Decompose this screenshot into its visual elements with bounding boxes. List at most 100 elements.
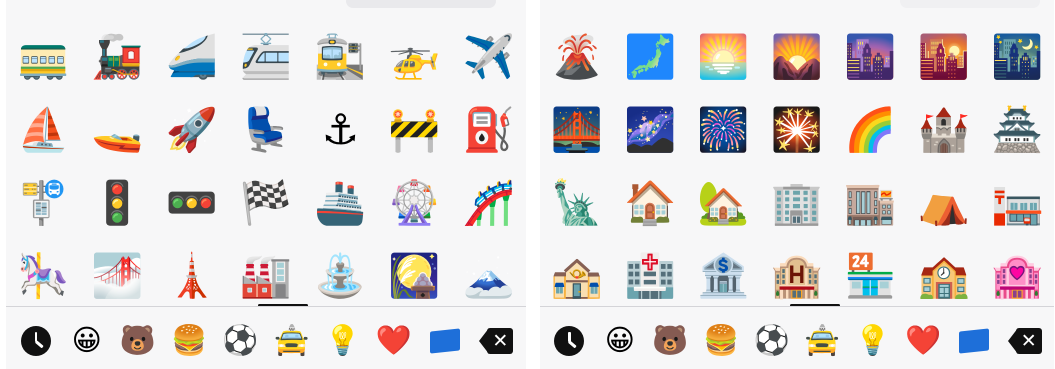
high-speed-train-icon: 🚄 (165, 31, 218, 81)
emoji-key[interactable]: 🗽 (540, 166, 613, 239)
emoji-key[interactable]: 🌇 (907, 20, 980, 93)
animals-category-button[interactable]: 🐻 (650, 321, 690, 361)
emoji-key[interactable]: 🏨 (760, 239, 833, 312)
travel-category-button[interactable]: 🚖 (272, 321, 312, 361)
emoji-key[interactable]: 🎆 (687, 93, 760, 166)
recent-clock-button[interactable] (549, 321, 589, 361)
emoji-key[interactable]: 🏥 (613, 239, 686, 312)
emoji-key[interactable]: 🌆 (834, 20, 907, 93)
night-with-stars-icon: 🌃 (991, 31, 1044, 81)
emoji-keyboard-right: 🌋 🗾 🌅 🌄 🌆 🌇 🌃 🌉 🌌 🎆 🎇 🌈 🏰 🏯 🗽 🏠 🏡 🏢 🏬 ⛺ 🏣 🏤 🏥 🏦 🏨 🏪 🏫 🏩 😀 🐻 🍔 ⚽ 🚖 💡 ❤️ ✕ (540, 0, 1054, 369)
symbols-category-button[interactable]: ❤️ (903, 321, 943, 361)
emoji-key[interactable]: 🏢 (760, 166, 833, 239)
emoji-key[interactable]: 🌁 (80, 239, 154, 312)
emoji-key[interactable]: 🏫 (907, 239, 980, 312)
department-store-icon: 🏬 (844, 177, 897, 227)
emoji-key[interactable]: 🚈 (229, 20, 303, 93)
milky-way-icon: 🌌 (623, 104, 677, 154)
emoji-key[interactable]: ⛽ (452, 93, 526, 166)
emoji-key[interactable]: ⛺ (907, 166, 980, 239)
divider (540, 306, 1054, 307)
emoji-key[interactable]: 🏭 (229, 239, 303, 312)
emoji-key[interactable]: 🚥 (155, 166, 229, 239)
food-category-button[interactable]: 🍔 (701, 321, 741, 361)
animals-category-icon: 🐻 (119, 323, 157, 357)
symbols-category-icon: ❤️ (905, 323, 942, 357)
emoji-key[interactable]: ⛲ (303, 239, 377, 312)
emoji-key[interactable]: 🚄 (155, 20, 229, 93)
emoji-key[interactable]: 🗻 (452, 239, 526, 312)
activity-category-button[interactable]: ⚽ (752, 321, 792, 361)
horizontal-traffic-light-icon: 🚥 (165, 177, 218, 227)
emoji-key[interactable]: 🚂 (80, 20, 154, 93)
emoji-key[interactable]: ⛵ (6, 93, 80, 166)
divider (6, 306, 526, 307)
animals-category-icon: 🐻 (652, 323, 689, 357)
symbols-category-button[interactable]: ❤️ (374, 321, 414, 361)
symbols-category-icon: ❤️ (375, 323, 412, 357)
emoji-key[interactable]: 💺 (229, 93, 303, 166)
emoji-key[interactable]: 🚉 (303, 20, 377, 93)
emoji-key[interactable]: 🗾 (613, 20, 686, 93)
emoji-key[interactable]: 🌃 (981, 20, 1054, 93)
volcano-icon: 🌋 (550, 31, 603, 81)
emoji-key[interactable]: 🚁 (377, 20, 451, 93)
emoji-key[interactable]: 🚢 (303, 166, 377, 239)
emoji-key[interactable]: 🚦 (80, 166, 154, 239)
bank-icon: 🏦 (697, 250, 750, 300)
objects-category-button[interactable]: 💡 (853, 321, 893, 361)
smileys-category-button[interactable]: 😀 (67, 321, 107, 361)
emoji-key[interactable]: 🏯 (981, 93, 1054, 166)
smileys-category-button[interactable]: 😀 (600, 321, 640, 361)
emoji-key[interactable]: 🏬 (834, 166, 907, 239)
emoji-key[interactable]: 🎇 (760, 93, 833, 166)
backspace-icon: ✕ (1007, 327, 1042, 354)
emoji-key[interactable]: 🚀 (155, 93, 229, 166)
emoji-key[interactable]: 🚤 (80, 93, 154, 166)
vertical-traffic-light-icon: 🚦 (91, 177, 144, 227)
emoji-key[interactable]: 🌌 (613, 93, 686, 166)
emoji-key[interactable]: 🏁 (229, 166, 303, 239)
emoji-key[interactable]: 🌈 (834, 93, 907, 166)
food-category-button[interactable]: 🍔 (169, 321, 209, 361)
emoji-key[interactable]: 🏪 (834, 239, 907, 312)
recent-clock-button[interactable] (16, 321, 56, 361)
emoji-key[interactable]: 🚏 (6, 166, 80, 239)
backspace-button[interactable]: ✕ (1005, 321, 1045, 361)
activity-category-button[interactable]: ⚽ (220, 321, 260, 361)
emoji-key[interactable]: 🏡 (687, 166, 760, 239)
emoji-key[interactable]: ⚓ (303, 93, 377, 166)
speedboat-icon: 🚤 (91, 104, 144, 154)
emoji-key[interactable]: 🎢 (452, 166, 526, 239)
emoji-key[interactable]: 🏣 (981, 166, 1054, 239)
school-icon: 🏫 (917, 250, 970, 300)
ship-icon: 🚢 (314, 177, 367, 227)
emoji-key[interactable]: 🚃 (6, 20, 80, 93)
rocket-icon: 🚀 (165, 104, 218, 154)
travel-category-button[interactable]: 🚖 (802, 321, 842, 361)
emoji-key[interactable]: 🌅 (687, 20, 760, 93)
emoji-key[interactable]: 🏤 (540, 239, 613, 312)
emoji-key[interactable]: 🌄 (760, 20, 833, 93)
emoji-key[interactable]: 🎑 (377, 239, 451, 312)
emoji-key[interactable]: 🌋 (540, 20, 613, 93)
hospital-icon: 🏥 (623, 250, 677, 300)
bridge-at-night-icon: 🌉 (550, 104, 603, 154)
emoji-key[interactable]: 🏰 (907, 93, 980, 166)
emoji-key[interactable]: 🏠 (613, 166, 686, 239)
tent-icon: ⛺ (917, 177, 970, 227)
smileys-category-icon: 😀 (604, 323, 635, 357)
emoji-key[interactable]: 🗼 (155, 239, 229, 312)
flags-category-button[interactable] (425, 321, 465, 361)
objects-category-button[interactable]: 💡 (323, 321, 363, 361)
emoji-key[interactable]: 🚧 (377, 93, 451, 166)
emoji-key[interactable]: 🏦 (687, 239, 760, 312)
emoji-key[interactable]: 🎠 (6, 239, 80, 312)
emoji-key[interactable]: 🌉 (540, 93, 613, 166)
emoji-key[interactable]: 🎡 (377, 166, 451, 239)
emoji-key[interactable]: 🏩 (981, 239, 1054, 312)
backspace-button[interactable]: ✕ (476, 321, 516, 361)
flags-category-button[interactable] (954, 321, 994, 361)
emoji-key[interactable]: ✈️ (452, 20, 526, 93)
animals-category-button[interactable]: 🐻 (118, 321, 158, 361)
